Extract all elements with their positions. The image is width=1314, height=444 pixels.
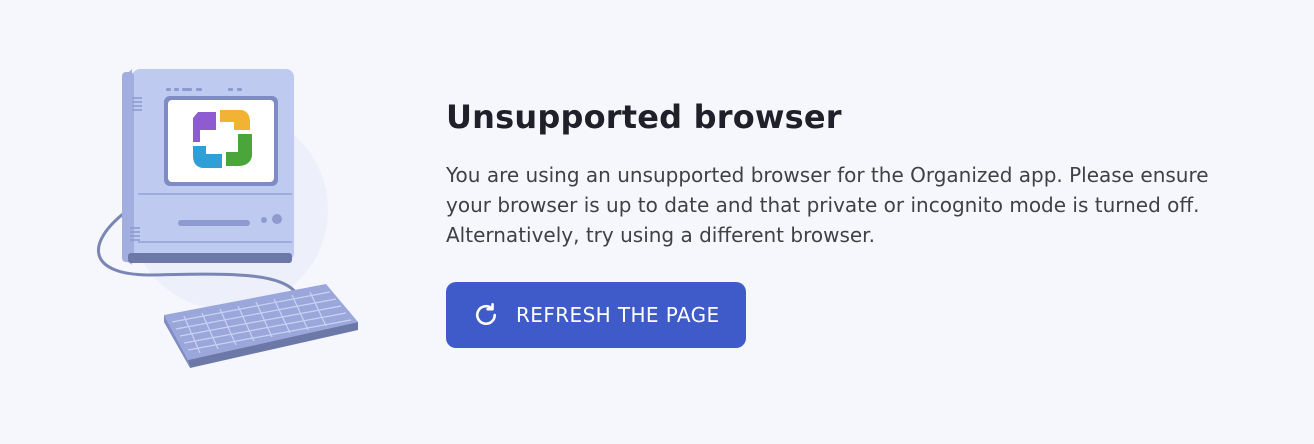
refresh-icon bbox=[472, 301, 500, 329]
message-panel: Unsupported browser You are using an uns… bbox=[446, 96, 1266, 348]
refresh-page-button[interactable]: REFRESH THE PAGE bbox=[446, 282, 746, 348]
retro-computer-icon bbox=[97, 69, 358, 368]
refresh-button-label: REFRESH THE PAGE bbox=[516, 303, 720, 327]
page-title: Unsupported browser bbox=[446, 98, 842, 136]
unsupported-browser-message: You are using an unsupported browser for… bbox=[446, 163, 1209, 247]
retro-computer-illustration bbox=[80, 60, 380, 380]
unsupported-browser-page: Unsupported browser You are using an uns… bbox=[0, 0, 1314, 444]
